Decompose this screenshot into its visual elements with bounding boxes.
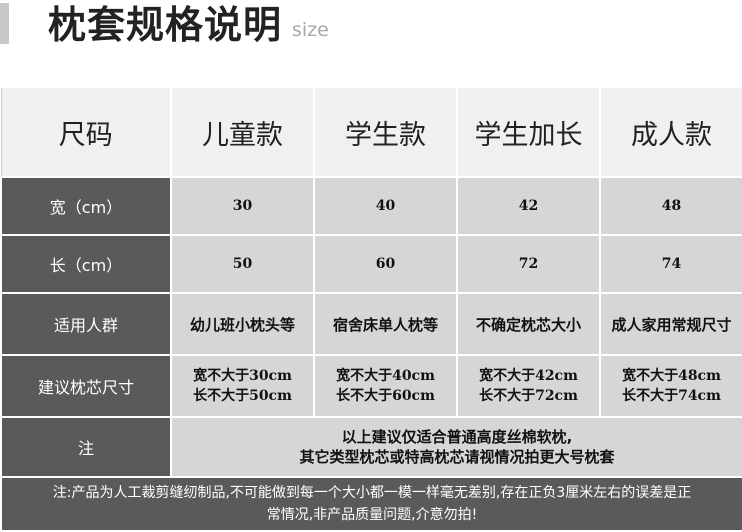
table-row-length: 长（cm） 50 60 72 74 [0, 234, 742, 294]
cell-width-adult: 48 [599, 176, 742, 236]
cell-audience-student: 宿舍床单人枕等 [313, 292, 458, 356]
cell-audience-adult: 成人家用常规尺寸 [599, 292, 742, 356]
header-student: 学生款 [313, 86, 458, 178]
cell-length-student: 60 [313, 234, 458, 294]
footer-disclaimer: 注:产品为人工裁剪缝纫制品,不可能做到每一个大小都一模一样毫无差别,存在正负3厘… [0, 476, 742, 532]
row-label-length: 长（cm） [0, 234, 172, 294]
table-row-suggest: 建议枕芯尺寸 宽不大于30cm 长不大于50cm 宽不大于40cm 长不大于60… [0, 354, 742, 418]
row-label-note: 注 [0, 416, 172, 478]
cell-suggest-student-long: 宽不大于42cm 长不大于72cm [456, 354, 601, 418]
header-student-long: 学生加长 [456, 86, 601, 178]
note-line-1: 以上建议仅适合普通高度丝棉软枕, [341, 428, 573, 446]
header-adult: 成人款 [599, 86, 742, 178]
page-title: 枕套规格说明 [48, 3, 283, 47]
suggest-length-text: 长不大于74cm [622, 388, 721, 404]
table-header-row: 尺码 儿童款 学生款 学生加长 成人款 [0, 86, 742, 178]
header-child: 儿童款 [170, 86, 315, 178]
footer-line-1: 注:产品为人工裁剪缝纫制品,不可能做到每一个大小都一模一样毫无差别,存在正负3厘… [52, 485, 692, 501]
table-row-note: 注 以上建议仅适合普通高度丝棉软枕, 其它类型枕芯或特高枕芯请视情况拍更大号枕套 [0, 416, 742, 478]
header-size: 尺码 [0, 86, 172, 178]
cell-audience-child: 幼儿班小枕头等 [170, 292, 315, 356]
suggest-length-text: 长不大于72cm [479, 388, 578, 404]
cell-width-student: 40 [313, 176, 458, 236]
title-bar: 枕套规格说明 size [0, 0, 742, 60]
footer-disclaimer-row: 注:产品为人工裁剪缝纫制品,不可能做到每一个大小都一模一样毫无差别,存在正负3厘… [0, 476, 742, 532]
cell-width-child: 30 [170, 176, 315, 236]
suggest-width-text: 宽不大于30cm [193, 368, 292, 384]
suggest-width-text: 宽不大于48cm [622, 368, 721, 384]
footer-line-2: 常情况,非产品质量问题,介意勿拍! [266, 507, 478, 523]
note-line-2: 其它类型枕芯或特高枕芯请视情况拍更大号枕套 [299, 448, 615, 466]
cell-suggest-child: 宽不大于30cm 长不大于50cm [170, 354, 315, 418]
row-label-audience: 适用人群 [0, 292, 172, 356]
table-row-audience: 适用人群 幼儿班小枕头等 宿舍床单人枕等 不确定枕芯大小 成人家用常规尺寸 [0, 292, 742, 356]
suggest-length-text: 长不大于60cm [336, 388, 435, 404]
title-accent-bar [0, 3, 9, 44]
suggest-length-text: 长不大于50cm [193, 388, 292, 404]
cell-width-student-long: 42 [456, 176, 601, 236]
size-spec-table: 尺码 儿童款 学生款 学生加长 成人款 宽（cm） 30 40 42 48 长（… [0, 86, 742, 532]
cell-length-adult: 74 [599, 234, 742, 294]
cell-length-student-long: 72 [456, 234, 601, 294]
suggest-width-text: 宽不大于40cm [336, 368, 435, 384]
row-label-suggest: 建议枕芯尺寸 [0, 354, 172, 418]
row-label-width: 宽（cm） [0, 176, 172, 236]
cell-suggest-student: 宽不大于40cm 长不大于60cm [313, 354, 458, 418]
suggest-width-text: 宽不大于42cm [479, 368, 578, 384]
cell-length-child: 50 [170, 234, 315, 294]
cell-note: 以上建议仅适合普通高度丝棉软枕, 其它类型枕芯或特高枕芯请视情况拍更大号枕套 [170, 416, 742, 478]
page-subtitle: size [292, 19, 329, 41]
cell-suggest-adult: 宽不大于48cm 长不大于74cm [599, 354, 742, 418]
table-row-width: 宽（cm） 30 40 42 48 [0, 176, 742, 236]
cell-audience-student-long: 不确定枕芯大小 [456, 292, 601, 356]
